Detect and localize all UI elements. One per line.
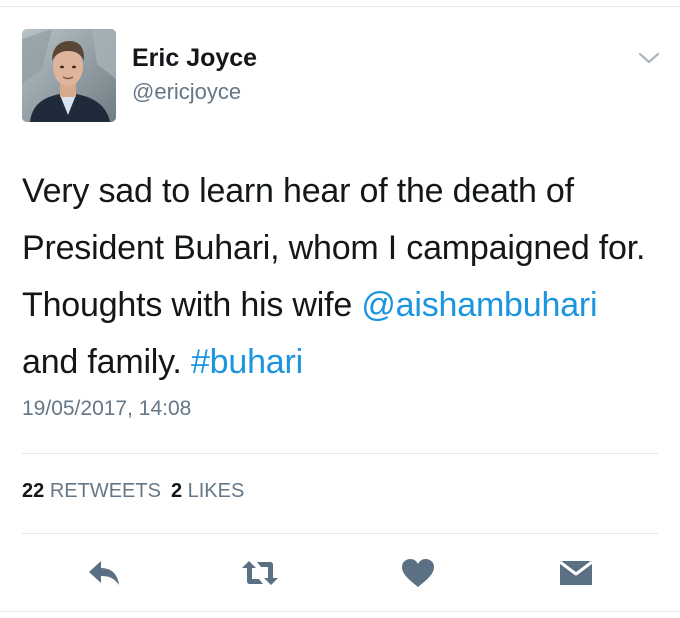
hashtag-link[interactable]: #buhari [191,343,303,381]
avatar[interactable] [22,29,116,122]
retweets-count: 22 [22,480,45,502]
reply-button[interactable] [84,555,124,591]
heart-icon [402,559,434,587]
retweets-label: RETWEETS [49,480,161,502]
tweet-body-continued: and family. [22,343,191,381]
retweets-stat[interactable]: 22 RETWEETS [22,480,161,502]
divider [22,453,658,454]
chevron-down-icon[interactable] [638,51,660,65]
likes-label: LIKES [187,480,245,502]
profile-photo [22,29,116,122]
top-divider [0,6,680,7]
tweet-timestamp: 19/05/2017, 14:08 [22,397,192,420]
mention-link[interactable]: @aishambuhari [361,286,597,324]
likes-count: 2 [170,480,183,502]
reply-icon [89,561,119,585]
divider [22,533,658,534]
retweet-icon [242,561,278,585]
author-name[interactable]: Eric Joyce [132,44,257,73]
likes-stat[interactable]: 2 LIKES [171,480,244,502]
direct-message-button[interactable] [556,555,596,591]
author-handle[interactable]: @ericjoyce [132,79,241,105]
tweet-text: Very sad to learn hear of the death of P… [22,163,662,391]
tweet-stats: 22 RETWEETS 2 LIKES [22,480,244,503]
envelope-icon [559,560,593,585]
bottom-divider [0,611,680,612]
like-button[interactable] [398,555,438,591]
retweet-button[interactable] [240,555,280,591]
